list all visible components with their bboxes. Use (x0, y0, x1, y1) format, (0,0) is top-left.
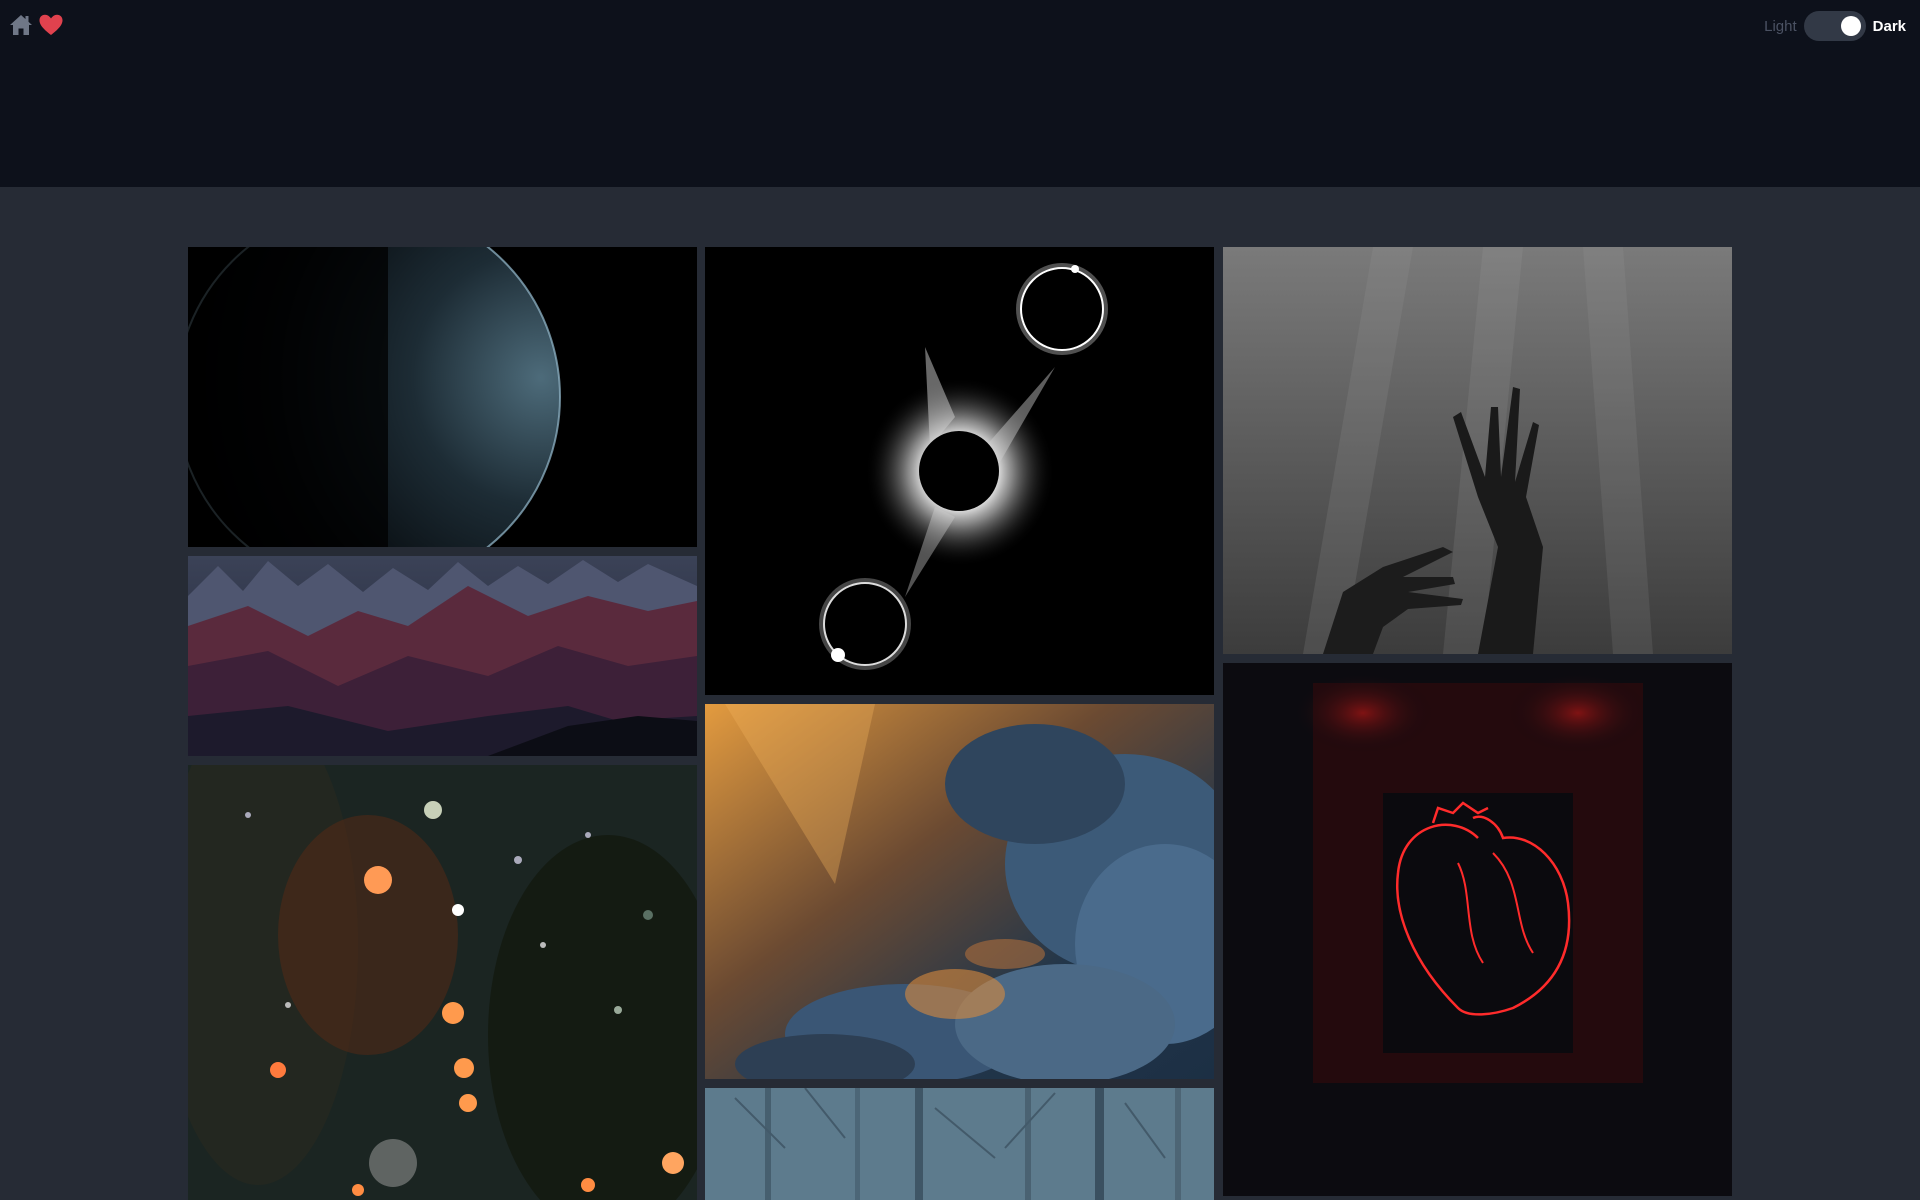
gallery-image-underwater-hands[interactable] (1223, 247, 1732, 654)
theme-toggle[interactable] (1803, 11, 1866, 41)
heart-icon[interactable] (38, 12, 64, 38)
gallery-image-mountains[interactable] (188, 556, 697, 756)
dark-mode-label[interactable]: Dark (1873, 18, 1906, 35)
theme-switch: Light Dark (1764, 11, 1906, 41)
gallery-image-neon-heart[interactable] (1223, 663, 1732, 1196)
gallery-image-misty-forest[interactable] (705, 1088, 1214, 1200)
light-mode-label[interactable]: Light (1764, 18, 1797, 35)
home-icon[interactable] (8, 12, 34, 38)
image-gallery (188, 247, 1733, 1200)
header-bar: Light Dark (0, 0, 1920, 187)
gallery-image-bokeh-lights[interactable] (188, 765, 697, 1200)
gallery-image-planet[interactable] (188, 247, 697, 547)
gallery-image-clouds[interactable] (705, 704, 1214, 1079)
nav-icons (8, 12, 64, 38)
gallery-image-eclipse[interactable] (705, 247, 1214, 695)
toggle-knob (1840, 16, 1861, 36)
